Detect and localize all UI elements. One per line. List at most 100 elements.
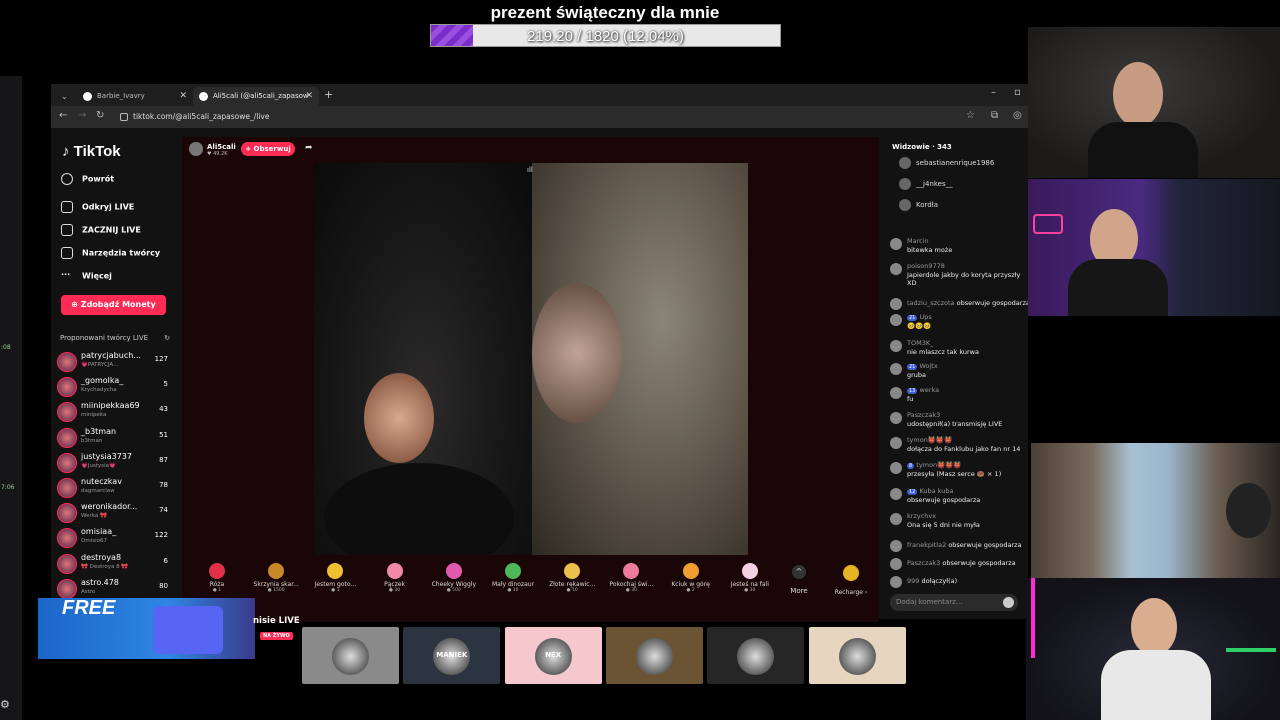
chat-avatar[interactable] bbox=[890, 314, 902, 326]
gift-item[interactable]: Jesteś na fali ● 30 bbox=[721, 558, 779, 603]
live-video-guest[interactable] bbox=[532, 163, 748, 555]
chat-avatar[interactable] bbox=[890, 387, 902, 399]
live-thumbnail[interactable] bbox=[605, 627, 703, 684]
gear-icon[interactable]: ⚙ bbox=[0, 698, 10, 711]
chat-avatar[interactable] bbox=[890, 513, 902, 525]
minimize-icon[interactable]: – bbox=[991, 87, 996, 98]
chat-username[interactable]: Paszczak3 bbox=[907, 411, 940, 419]
gift-item[interactable]: Róża ● 1 bbox=[188, 558, 246, 603]
suggested-creator[interactable]: nuteczkav dagmarclaw 78 bbox=[57, 476, 172, 500]
comment-input[interactable]: Dodaj komentarz... bbox=[890, 594, 1018, 611]
share-icon[interactable]: ➦ bbox=[305, 143, 313, 153]
live-video-host[interactable] bbox=[314, 163, 532, 555]
chat-username[interactable]: Kuba kuba bbox=[919, 487, 953, 495]
nav-start-live[interactable]: ZACZNIJ LIVE bbox=[61, 224, 141, 236]
get-coins-button[interactable]: ⊕ Zdobądź Monety bbox=[61, 295, 166, 315]
host-avatar[interactable] bbox=[189, 142, 203, 156]
live-thumbnail[interactable]: MANIEK bbox=[403, 627, 501, 684]
chat-user-line: 13 werka bbox=[907, 386, 939, 394]
chat-username[interactable]: tadziu_szczota bbox=[907, 299, 955, 307]
suggested-creator[interactable]: destroya8 🎀 Destroya 8 🎀 6 bbox=[57, 552, 172, 576]
suggested-creator[interactable]: justysia3737 💗Justysia💗 87 bbox=[57, 451, 172, 475]
host-name[interactable]: Ali5cali bbox=[207, 143, 236, 151]
chat-username[interactable]: poison9778 bbox=[907, 262, 945, 270]
chat-avatar[interactable] bbox=[890, 298, 902, 310]
chat-avatar[interactable] bbox=[890, 437, 902, 449]
close-icon[interactable]: ✕ bbox=[179, 87, 187, 106]
top-viewer[interactable]: Kordła bbox=[899, 199, 938, 211]
live-thumbnail[interactable] bbox=[302, 627, 399, 684]
close-icon[interactable]: ✕ bbox=[305, 87, 313, 106]
chat-avatar[interactable] bbox=[890, 263, 902, 275]
reload-icon[interactable]: ↻ bbox=[96, 110, 104, 121]
nav-more[interactable]: ··· Więcej bbox=[61, 270, 112, 282]
live-thumbnail[interactable]: NEX bbox=[504, 627, 602, 684]
chat-username[interactable]: Ups bbox=[919, 313, 931, 321]
chat-avatar[interactable] bbox=[890, 340, 902, 352]
gift-price: ● 30 bbox=[625, 588, 637, 593]
gift-item[interactable]: Pokochaj świ... ● 30 bbox=[602, 558, 660, 603]
gift-icon bbox=[564, 563, 581, 579]
free-label: FREE bbox=[62, 597, 116, 619]
maximize-icon[interactable]: ▫ bbox=[1014, 87, 1021, 98]
new-tab-button[interactable]: + bbox=[324, 88, 333, 101]
extensions-icon[interactable]: ⧉ bbox=[991, 110, 998, 121]
chat-username[interactable]: tymon👹👹👹 bbox=[916, 461, 961, 469]
emoji-icon[interactable] bbox=[1003, 597, 1014, 608]
recharge-button[interactable]: Recharge › bbox=[830, 565, 872, 596]
live-thumbnail[interactable] bbox=[808, 627, 906, 684]
top-viewer[interactable]: __j4nkes__ bbox=[899, 178, 953, 190]
suggested-creator[interactable]: _gomolka_ Krychadycha 5 bbox=[57, 375, 172, 399]
chat-avatar[interactable] bbox=[890, 576, 902, 588]
nav-creator-tools[interactable]: Narzędzia twórcy bbox=[61, 247, 160, 259]
url-input[interactable]: tiktok.com/@ali5cali_zapasowe_/live bbox=[115, 109, 945, 125]
chat-avatar[interactable] bbox=[890, 238, 902, 250]
browser-tab-1[interactable]: Barbie_Ivavry (@barbie_Ivav ✕ bbox=[77, 87, 193, 119]
bookmark-star-icon[interactable]: ☆ bbox=[966, 110, 975, 121]
nav-discover-live[interactable]: Odkryj LIVE bbox=[61, 201, 134, 213]
profile-icon[interactable]: ◎ bbox=[1013, 110, 1022, 121]
chat-avatar[interactable] bbox=[890, 363, 902, 375]
suggested-creator[interactable]: patrycjabuch... 💗PATRYCJA... 127 bbox=[57, 350, 172, 374]
chat-username[interactable]: Marcin bbox=[907, 237, 929, 245]
site-info-icon[interactable] bbox=[120, 113, 128, 121]
gift-item[interactable]: Cheeky Wiggly ● 500 bbox=[425, 558, 483, 603]
gift-price-value: 10 bbox=[572, 588, 578, 593]
more-gifts-button[interactable]: ^ More bbox=[787, 565, 811, 595]
chat-avatar[interactable] bbox=[890, 540, 902, 552]
chat-username[interactable]: franekpitla2 bbox=[907, 541, 946, 549]
gift-item[interactable]: Kciuk w górę ● 2 bbox=[662, 558, 720, 603]
gift-item[interactable]: Pączek ● 30 bbox=[366, 558, 424, 603]
suggested-creator[interactable]: omisiaa_ Omisio67 122 bbox=[57, 526, 172, 550]
gift-item[interactable]: Mały dinozaur ● 10 bbox=[484, 558, 542, 603]
chat-avatar[interactable] bbox=[890, 412, 902, 424]
tab-list-button[interactable]: ⌄ bbox=[61, 87, 71, 106]
refresh-icon[interactable]: ↻ bbox=[164, 334, 170, 342]
live-badge: NA ŻYWO bbox=[260, 632, 293, 640]
live-thumbnail[interactable] bbox=[707, 627, 805, 684]
gift-item[interactable]: Jestem goto... ● 1 bbox=[306, 558, 364, 603]
follow-button[interactable]: + Obserwuj bbox=[241, 142, 295, 156]
chat-username[interactable]: krzychvx bbox=[907, 512, 936, 520]
chat-avatar[interactable] bbox=[890, 558, 902, 570]
tiktok-logo[interactable]: ♪ TikTok bbox=[62, 143, 121, 160]
chat-username[interactable]: tymon👹👹👹 bbox=[907, 436, 952, 444]
chat-username[interactable]: 999 bbox=[907, 577, 919, 585]
chat-avatar[interactable] bbox=[890, 462, 902, 474]
gift-item[interactable]: Złote rękawic... ● 10 bbox=[543, 558, 601, 603]
chat-avatar[interactable] bbox=[890, 488, 902, 500]
forward-icon[interactable]: → bbox=[78, 110, 86, 121]
suggested-creator[interactable]: miinipekkaa69 minipeka 43 bbox=[57, 400, 172, 424]
suggested-creator[interactable]: weronikador... Werka 🎀 74 bbox=[57, 501, 172, 525]
gift-item[interactable]: Skrzynia skar... ● 1500 bbox=[247, 558, 305, 603]
chat-username[interactable]: Paszczak3 bbox=[907, 559, 940, 567]
nav-back[interactable]: Powrót bbox=[61, 173, 114, 185]
back-icon[interactable]: ← bbox=[59, 110, 67, 121]
chat-username[interactable]: Wojtx bbox=[919, 362, 937, 370]
top-viewer[interactable]: sebastianenrique1986 bbox=[899, 157, 994, 169]
browser-tab-2[interactable]: Ali5cali (@ali5cali_zapasow ✕ bbox=[193, 87, 319, 106]
viewers-title: Widzowie · 343 bbox=[892, 143, 952, 151]
suggested-creator[interactable]: _b3tman b3tman 51 bbox=[57, 426, 172, 450]
chat-username[interactable]: werka bbox=[919, 386, 939, 394]
chat-username[interactable]: TOM3K_ bbox=[907, 339, 933, 347]
